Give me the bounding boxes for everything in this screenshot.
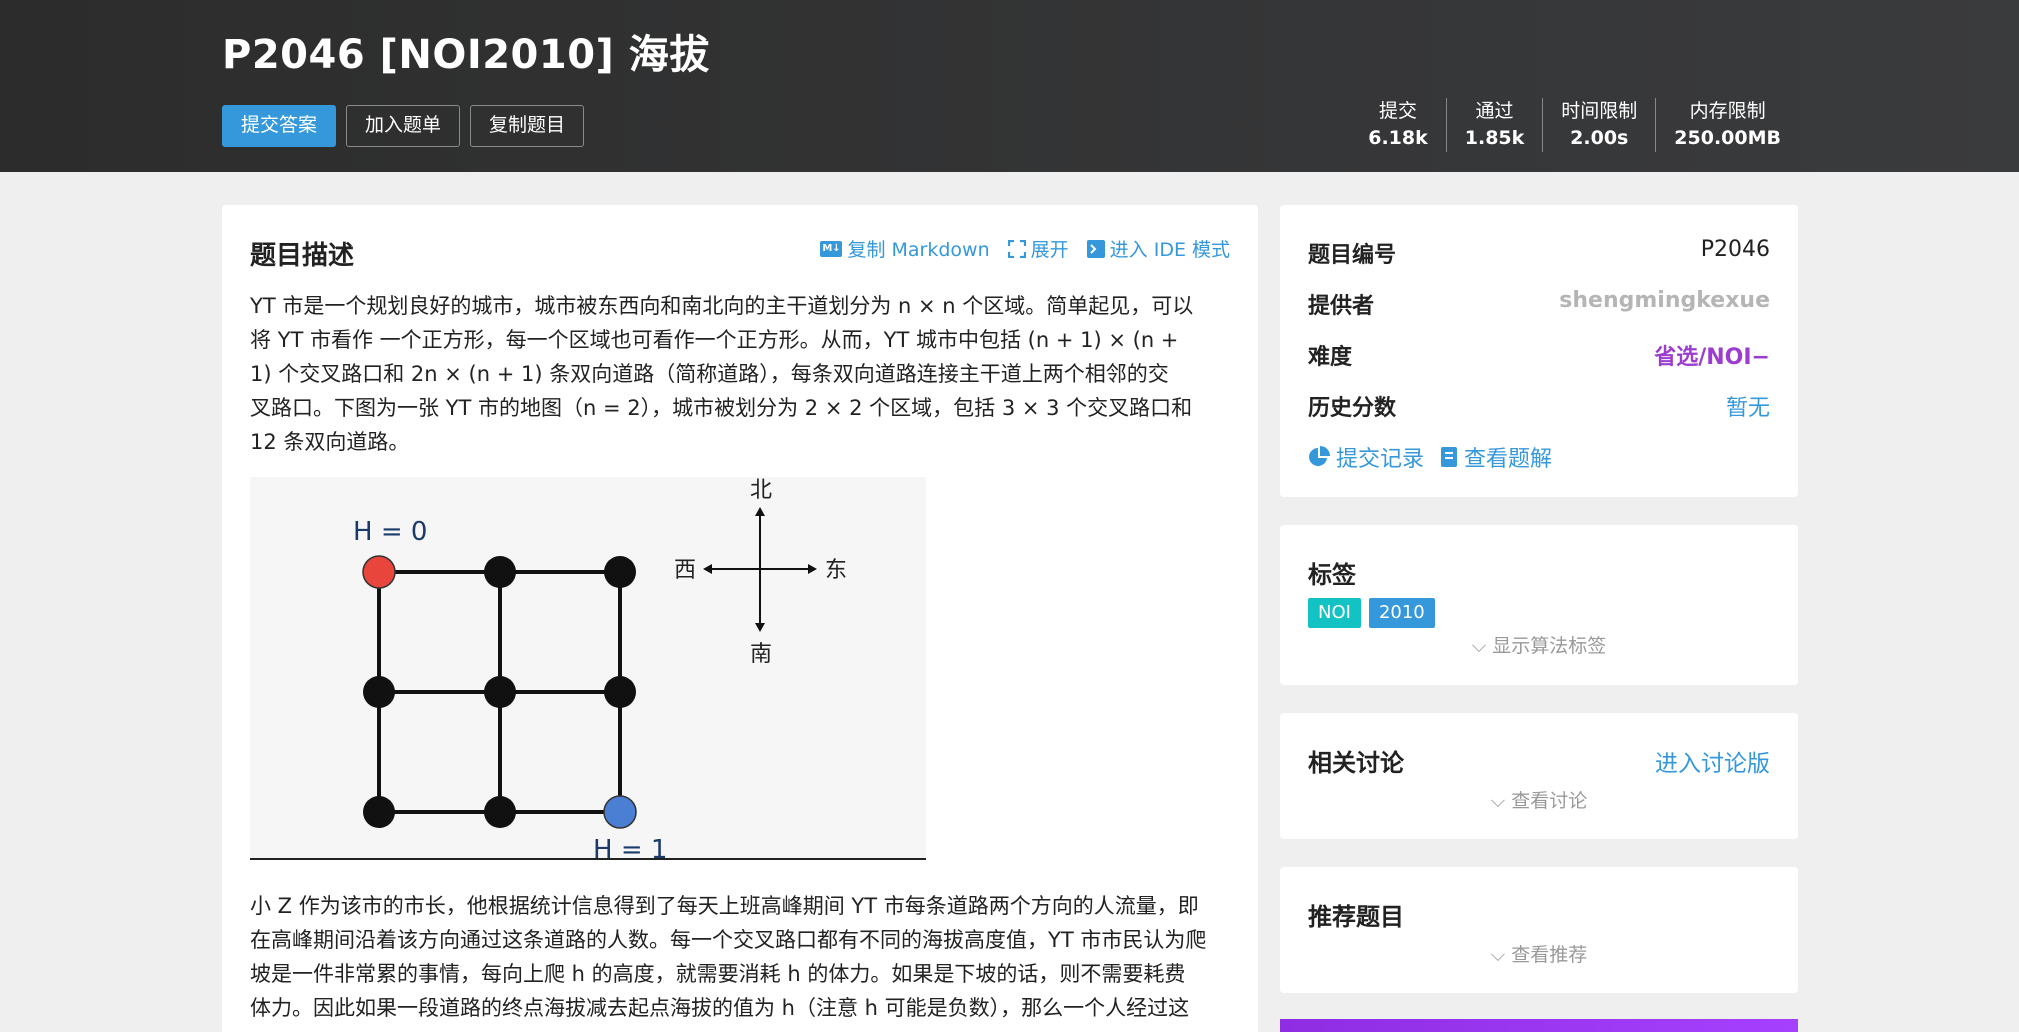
tag-noi[interactable]: NOI [1308, 598, 1361, 628]
compass-west: 西 [674, 558, 696, 583]
description-actions: M↓ 复制 Markdown 展开 进入 IDE 模式 [820, 235, 1230, 262]
chevron-down-icon: ⌵ [1490, 790, 1506, 812]
info-row-provider: 提供者 shengmingkexue [1308, 288, 1770, 320]
city-map-diagram: H = 0 H = 1 北 南 西 东 [353, 478, 847, 865]
stat-label: 时间限制 [1561, 100, 1638, 122]
info-row-difficulty: 难度 省选/NOI− [1308, 339, 1770, 371]
stat-label: 内存限制 [1689, 100, 1766, 122]
view-solutions-link[interactable]: 查看题解 [1440, 441, 1552, 473]
discussion-title: 相关讨论 [1308, 749, 1404, 777]
show-algorithm-tags-label: 显示算法标签 [1492, 635, 1607, 657]
view-discussion-label: 查看讨论 [1511, 790, 1588, 812]
copy-markdown-label: 复制 Markdown [847, 239, 990, 261]
stat-time-limit: 时间限制 2.00s [1542, 98, 1655, 152]
discussion-card: 相关讨论 进入讨论版 ⌵ 查看讨论 [1280, 713, 1798, 839]
header-buttons: 提交答案 加入题单 复制题目 [222, 105, 585, 147]
stat-label: 提交 [1378, 100, 1417, 122]
expand-button[interactable]: 展开 [1007, 235, 1069, 262]
recommend-title: 推荐题目 [1308, 903, 1404, 931]
submission-records-link[interactable]: 提交记录 [1308, 441, 1424, 473]
text-line: 叉路口。下图为一张 YT 市的地图（n = 2），城市被划分为 2 × 2 个区… [250, 396, 1193, 420]
chevron-down-icon: ⌵ [1490, 944, 1506, 966]
stat-value: 6.18k [1368, 127, 1428, 149]
h1-label: H = 1 [593, 835, 667, 860]
description-paragraph-2: 小 Z 作为该市的市长，他根据统计信息得到了每天上班高峰期间 YT 市每条道路两… [250, 889, 1240, 1025]
provider-link[interactable]: shengmingkexue [1559, 288, 1770, 320]
book-icon [1441, 447, 1458, 467]
difficulty-badge: 省选/NOI− [1654, 345, 1770, 370]
compass-south: 南 [750, 642, 772, 667]
show-algorithm-tags[interactable]: ⌵ 显示算法标签 [1280, 631, 1798, 658]
info-links: 提交记录 查看题解 [1308, 441, 1552, 473]
promo-banner[interactable] [1280, 1019, 1798, 1032]
expand-label: 展开 [1030, 239, 1069, 261]
stat-submissions: 提交 6.18k [1350, 98, 1446, 152]
info-key: 题目编号 [1308, 243, 1397, 268]
tags-title: 标签 [1308, 561, 1356, 589]
expand-icon [1007, 239, 1026, 258]
tag-list: NOI 2010 [1308, 598, 1435, 628]
history-score-value: 暂无 [1725, 396, 1770, 421]
info-key: 历史分数 [1308, 396, 1397, 421]
pie-chart-icon [1309, 446, 1330, 466]
view-recommendations[interactable]: ⌵ 查看推荐 [1280, 940, 1798, 967]
city-map-figure: H = 0 H = 1 北 南 西 东 [250, 477, 926, 865]
recommend-card: 推荐题目 ⌵ 查看推荐 [1280, 867, 1798, 993]
description-paragraph-1: YT 市是一个规划良好的城市，城市被东西向和南北向的主干道划分为 n × n 个… [250, 289, 1240, 459]
start-node [362, 555, 396, 589]
text-line: YT 市是一个规划良好的城市，城市被东西向和南北向的主干道划分为 n × n 个… [250, 294, 1194, 318]
terminal-icon [1086, 239, 1105, 258]
view-solutions-label: 查看题解 [1464, 447, 1553, 472]
problem-stats: 提交 6.18k 通过 1.85k 时间限制 2.00s 内存限制 250.00… [1350, 98, 1799, 152]
ide-mode-label: 进入 IDE 模式 [1109, 239, 1230, 261]
markdown-icon: M↓ [820, 240, 843, 257]
text-line: 小 Z 作为该市的市长，他根据统计信息得到了每天上班高峰期间 YT 市每条道路两… [250, 894, 1199, 918]
stat-memory-limit: 内存限制 250.00MB [1655, 98, 1799, 152]
h0-label: H = 0 [353, 517, 427, 547]
ide-mode-button[interactable]: 进入 IDE 模式 [1086, 235, 1230, 262]
text-line: 1) 个交叉路口和 2n × (n + 1) 条双向道路（简称道路），每条双向道… [250, 362, 1169, 386]
info-row-history: 历史分数 暂无 [1308, 390, 1770, 422]
stat-value: 1.85k [1464, 127, 1525, 149]
stat-value: 2.00s [1570, 127, 1629, 149]
text-line: 12 条双向道路。 [250, 430, 410, 454]
info-key: 提供者 [1308, 294, 1375, 319]
add-to-list-button[interactable]: 加入题单 [346, 105, 461, 147]
problem-id-value: P2046 [1700, 237, 1770, 262]
text-line: 将 YT 市看作 一个正方形，每一个区域也可看作一个正方形。从而，YT 城市中包… [250, 328, 1179, 352]
copy-markdown-button[interactable]: M↓ 复制 Markdown [820, 235, 990, 262]
info-key: 难度 [1308, 345, 1353, 370]
problem-info-card: 题目编号 P2046 提供者 shengmingkexue 难度 省选/NOI−… [1280, 205, 1798, 497]
text-line: 在高峰期间沿着该方向通过这条道路的人数。每一个交叉路口都有不同的海拔高度值，YT… [250, 928, 1207, 952]
tag-2010[interactable]: 2010 [1368, 598, 1435, 628]
info-row-id: 题目编号 P2046 [1308, 237, 1770, 269]
stat-value: 250.00MB [1674, 127, 1781, 149]
copy-problem-button[interactable]: 复制题目 [470, 105, 585, 147]
compass-east: 东 [825, 558, 847, 583]
problem-title: P2046 [NOI2010] 海拔 [222, 32, 710, 78]
description-title: 题目描述 [250, 241, 355, 271]
stat-label: 通过 [1475, 100, 1514, 122]
text-line: 体力。因此如果一段道路的终点海拔减去起点海拔的值为 h（注意 h 可能是负数），… [250, 996, 1190, 1020]
end-node [603, 795, 637, 829]
description-card: 题目描述 M↓ 复制 Markdown 展开 进入 IDE 模式 YT 市是一个… [222, 205, 1258, 1032]
view-discussion[interactable]: ⌵ 查看讨论 [1280, 786, 1798, 813]
compass [703, 507, 817, 632]
stat-accepted: 通过 1.85k [1445, 98, 1543, 152]
view-recommendations-label: 查看推荐 [1511, 944, 1588, 966]
tags-card: 标签 NOI 2010 ⌵ 显示算法标签 [1280, 525, 1798, 685]
enter-forum-link[interactable]: 进入讨论版 [1655, 744, 1770, 778]
compass-north: 北 [750, 478, 772, 503]
chevron-down-icon: ⌵ [1471, 635, 1487, 657]
submission-records-label: 提交记录 [1336, 447, 1425, 472]
submit-answer-button[interactable]: 提交答案 [222, 105, 337, 147]
text-line: 坡是一件非常累的事情，每向上爬 h 的高度，就需要消耗 h 的体力。如果是下坡的… [250, 962, 1186, 986]
problem-header: P2046 [NOI2010] 海拔 提交答案 加入题单 复制题目 提交 6.1… [0, 0, 2019, 172]
